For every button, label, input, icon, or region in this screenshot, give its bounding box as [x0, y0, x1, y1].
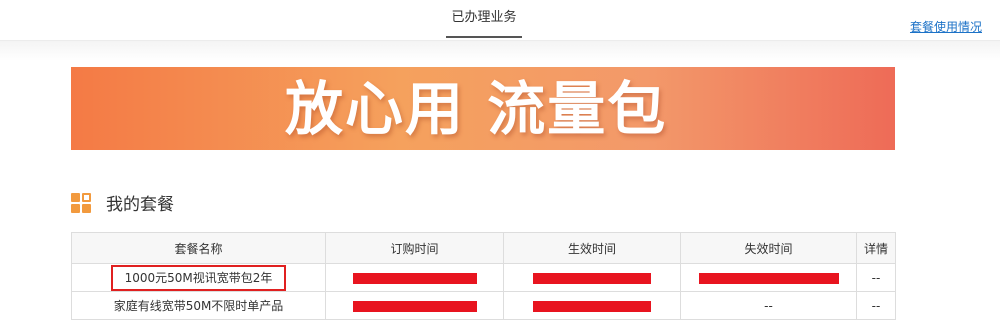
highlight-box: 1000元50M视讯宽带包2年: [110, 264, 287, 291]
table-header-row: 套餐名称 订购时间 生效时间 失效时间 详情: [71, 232, 896, 264]
package-name-cell: 1000元50M视讯宽带包2年: [71, 263, 326, 292]
redaction-mark: [533, 300, 651, 312]
expire-time-cell: --: [680, 291, 857, 320]
section-title: 我的套餐: [106, 195, 174, 215]
promo-banner[interactable]: 放心用 流量包: [71, 67, 895, 150]
redaction-mark: [533, 272, 651, 284]
column-header-package-name: 套餐名称: [71, 232, 326, 264]
banner-headline: 放心用 流量包: [285, 75, 668, 143]
column-header-order-time: 订购时间: [325, 232, 504, 264]
package-name: 1000元50M视讯宽带包2年: [124, 270, 273, 285]
redaction-mark: [352, 300, 477, 312]
table-row: 家庭有线宽带50M不限时单产品 -- --: [71, 291, 896, 320]
header-shadow: [0, 41, 1000, 61]
column-header-detail: 详情: [856, 232, 896, 264]
column-header-expire-time: 失效时间: [680, 232, 857, 264]
detail-cell[interactable]: --: [856, 291, 896, 320]
redaction-mark: [352, 272, 477, 284]
column-header-effective-time: 生效时间: [503, 232, 681, 264]
package-table: 套餐名称 订购时间 生效时间 失效时间 详情 1000元50M视讯宽带包2年 -…: [71, 232, 896, 320]
package-usage-link[interactable]: 套餐使用情况: [910, 18, 982, 35]
detail-cell[interactable]: --: [856, 263, 896, 292]
order-time-cell: [325, 263, 504, 292]
package-grid-icon: [71, 193, 93, 215]
effective-time-cell: [503, 263, 681, 292]
table-row: 1000元50M视讯宽带包2年 --: [71, 263, 896, 292]
tab-handled-business[interactable]: 已办理业务: [446, 0, 522, 38]
effective-time-cell: [503, 291, 681, 320]
top-nav: 已办理业务 套餐使用情况: [0, 0, 1000, 41]
package-name-cell: 家庭有线宽带50M不限时单产品: [71, 291, 326, 320]
redaction-mark: [698, 272, 839, 284]
expire-time-cell: [680, 263, 857, 292]
order-time-cell: [325, 291, 504, 320]
